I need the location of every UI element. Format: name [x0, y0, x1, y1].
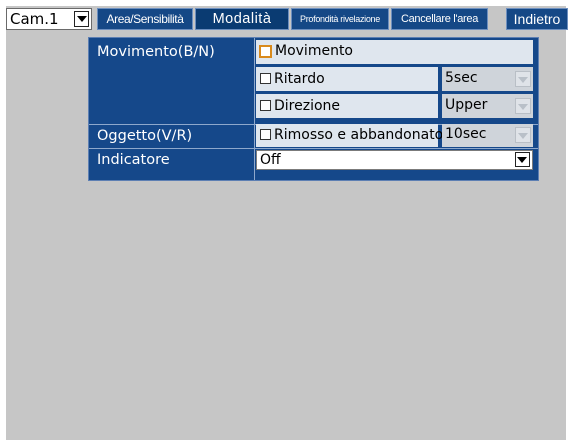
- chevron-down-icon[interactable]: [515, 98, 531, 114]
- chevron-down-icon[interactable]: [515, 127, 531, 143]
- delay-option-row[interactable]: Ritardo: [256, 67, 438, 91]
- direction-select[interactable]: Upper: [442, 94, 533, 118]
- indicator-select-value: Off: [260, 152, 281, 168]
- tab-clear-area-label: Cancellare l'area: [400, 13, 479, 25]
- direction-option-label: Direzione: [274, 98, 341, 114]
- chevron-down-icon[interactable]: [74, 11, 89, 27]
- removed-abandoned-select[interactable]: 10sec: [442, 124, 533, 147]
- camera-select[interactable]: Cam.1: [6, 8, 92, 30]
- tab-area-sensitivity[interactable]: Area/Sensibilità: [97, 8, 193, 30]
- tab-clear-area[interactable]: Cancellare l'area: [391, 8, 488, 30]
- object-label: Oggetto(V/R): [97, 128, 193, 144]
- movement-option-row[interactable]: Movimento: [256, 40, 533, 64]
- camera-select-value: Cam.1: [10, 10, 59, 28]
- back-button[interactable]: Indietro: [506, 8, 568, 30]
- tab-detection-depth[interactable]: Profondità rivelazione: [291, 8, 389, 30]
- delay-option-label: Ritardo: [274, 71, 325, 87]
- indicator-label: Indicatore: [97, 152, 170, 168]
- direction-option-row[interactable]: Direzione: [256, 94, 438, 118]
- back-button-label: Indietro: [513, 11, 561, 27]
- tab-detection-depth-label: Profondità rivelazione: [300, 14, 380, 24]
- movement-label: Movimento(B/N): [97, 44, 215, 60]
- removed-abandoned-option-label: Rimosso e abbandonato: [274, 127, 444, 143]
- removed-abandoned-checkbox[interactable]: [260, 129, 271, 140]
- removed-abandoned-select-value: 10sec: [445, 126, 487, 142]
- divider: [254, 38, 255, 180]
- tab-area-sensitivity-label: Area/Sensibilità: [106, 12, 184, 26]
- direction-checkbox[interactable]: [260, 100, 271, 111]
- direction-select-value: Upper: [445, 97, 488, 113]
- chevron-down-icon[interactable]: [515, 152, 530, 167]
- settings-panel: Movimento(B/N) Oggetto(V/R) Indicatore M…: [88, 37, 539, 181]
- delay-select-value: 5sec: [445, 70, 478, 86]
- delay-select[interactable]: 5sec: [442, 67, 533, 91]
- removed-abandoned-option-row[interactable]: Rimosso e abbandonato: [256, 124, 443, 147]
- delay-checkbox[interactable]: [260, 73, 271, 84]
- indicator-select[interactable]: Off: [256, 150, 533, 170]
- chevron-down-icon[interactable]: [515, 71, 531, 87]
- movement-option-label: Movimento: [275, 43, 353, 59]
- divider: [89, 148, 538, 149]
- movement-checkbox[interactable]: [259, 45, 272, 58]
- tab-mode-label: Modalità: [212, 11, 272, 27]
- tab-mode[interactable]: Modalità: [195, 8, 289, 30]
